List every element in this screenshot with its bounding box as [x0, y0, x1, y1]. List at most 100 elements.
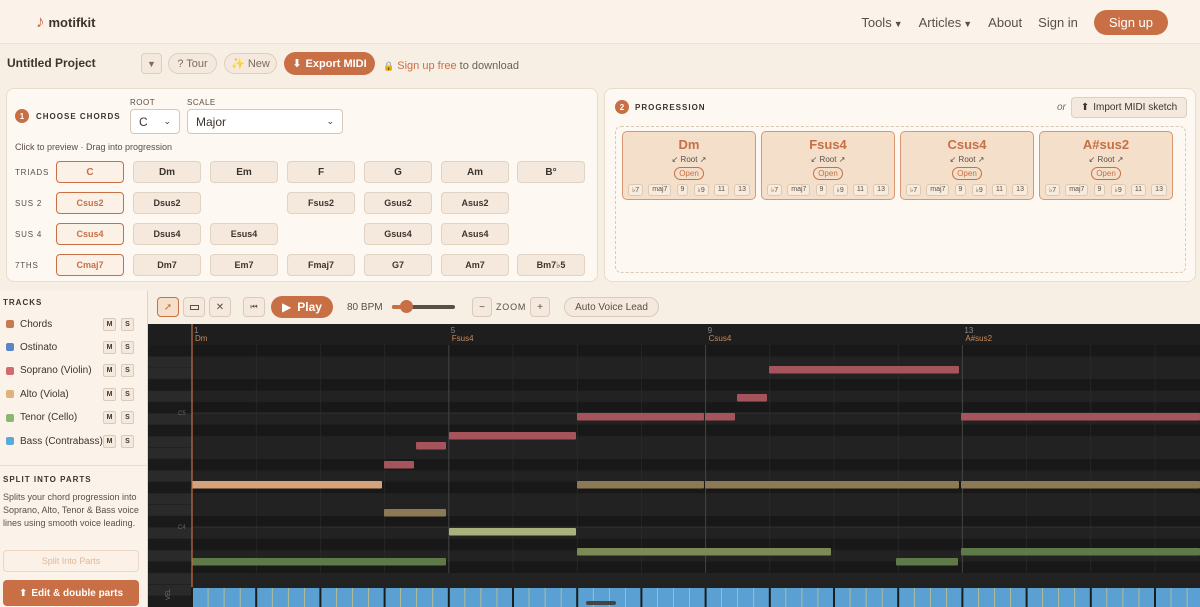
chord-button[interactable]: G7	[364, 254, 432, 276]
chord-button[interactable]: Cmaj7	[56, 254, 124, 276]
card-open-toggle[interactable]: Open	[674, 167, 704, 180]
extension-chip[interactable]: 11	[1130, 184, 1147, 196]
extension-chip[interactable]: 13	[1151, 184, 1167, 196]
extension-chip[interactable]: ♭7	[628, 184, 644, 196]
chord-button[interactable]: Dm7	[133, 254, 201, 276]
signup-button[interactable]: Sign up	[1093, 10, 1168, 35]
piano-key[interactable]	[148, 549, 193, 562]
extension-chip[interactable]: 13	[734, 184, 750, 196]
extension-chip[interactable]: 11	[991, 184, 1008, 196]
extension-chip[interactable]: 11	[852, 184, 869, 196]
chord-button[interactable]: B°	[517, 161, 585, 183]
piano-key[interactable]	[148, 435, 193, 448]
extension-chip[interactable]: maj7	[648, 184, 672, 196]
piano-key[interactable]	[148, 470, 193, 483]
velocity-lane[interactable]: VEL	[166, 588, 1200, 607]
midi-note[interactable]	[961, 481, 1200, 489]
chord-button[interactable]: Dsus4	[133, 223, 201, 245]
piano-key[interactable]	[148, 538, 193, 551]
extension-chip[interactable]: 13	[873, 184, 889, 196]
chord-button[interactable]: Csus2	[56, 192, 124, 214]
piano-key[interactable]	[148, 561, 193, 574]
split-into-parts-button[interactable]: Split Into Parts	[3, 550, 139, 572]
logo[interactable]: ♪ motifkit	[36, 12, 95, 32]
midi-note[interactable]	[449, 432, 576, 440]
auto-voice-lead-button[interactable]: Auto Voice Lead	[564, 297, 659, 317]
scale-select[interactable]: Major ⌄	[187, 109, 343, 134]
extension-chip[interactable]: 9	[1093, 184, 1106, 196]
midi-note[interactable]	[449, 528, 576, 536]
card-voicing[interactable]: ↙ Root ↗	[623, 155, 755, 164]
chord-button[interactable]: Am7	[441, 254, 509, 276]
piano-key[interactable]	[148, 572, 193, 585]
card-voicing[interactable]: ↙ Root ↗	[901, 155, 1033, 164]
velocity-area[interactable]	[192, 588, 1200, 607]
chord-button[interactable]: Fmaj7	[287, 254, 355, 276]
nav-signin[interactable]: Sign in	[1038, 15, 1078, 30]
midi-note[interactable]	[192, 481, 382, 489]
project-menu-button[interactable]: ▼	[141, 53, 162, 74]
mute-button[interactable]: M	[103, 317, 116, 331]
track-row[interactable]: Soprano (Violin)	[6, 363, 136, 379]
midi-note[interactable]	[416, 442, 446, 450]
midi-note[interactable]	[577, 481, 704, 489]
midi-note[interactable]	[192, 558, 446, 566]
piano-key[interactable]	[148, 492, 193, 505]
track-row[interactable]: Tenor (Cello)	[6, 410, 136, 426]
piano-key[interactable]	[148, 367, 193, 380]
chord-button[interactable]: Gsus4	[364, 223, 432, 245]
midi-note[interactable]	[384, 461, 414, 469]
chord-button[interactable]: Esus4	[210, 223, 278, 245]
midi-note[interactable]	[896, 558, 958, 566]
rewind-button[interactable]: ⏮	[243, 297, 265, 317]
piano-key[interactable]	[148, 504, 193, 517]
extension-chip[interactable]: ♭9	[1110, 184, 1126, 196]
midi-note[interactable]	[705, 481, 959, 489]
extension-chip[interactable]: maj7	[1065, 184, 1089, 196]
midi-note[interactable]	[961, 413, 1200, 421]
root-select[interactable]: C ⌄	[130, 109, 180, 134]
card-open-toggle[interactable]: Open	[952, 167, 982, 180]
piano-key[interactable]	[148, 344, 193, 357]
bar-ruler[interactable]	[148, 324, 1200, 345]
solo-button[interactable]: S	[121, 387, 134, 401]
solo-button[interactable]: S	[121, 364, 134, 378]
midi-note[interactable]	[769, 366, 959, 374]
select-tool-button[interactable]: ➚	[157, 297, 179, 317]
card-open-toggle[interactable]: Open	[1091, 167, 1121, 180]
extension-chip[interactable]: 11	[713, 184, 730, 196]
card-voicing[interactable]: ↙ Root ↗	[1040, 155, 1172, 164]
extension-chip[interactable]: maj7	[787, 184, 811, 196]
piano-roll-canvas[interactable]: C5C4 1Dm5Fsus49Csus413A#sus2 VEL	[148, 324, 1200, 607]
piano-keys[interactable]: C5 C4	[148, 344, 193, 597]
edit-double-parts-button[interactable]: ⬆ Edit & double parts	[3, 580, 139, 606]
piano-key[interactable]	[148, 481, 193, 494]
extension-chip[interactable]: ♭9	[971, 184, 987, 196]
track-row[interactable]: Alto (Viola)	[6, 386, 136, 402]
horizontal-scrollbar[interactable]	[586, 601, 616, 605]
solo-button[interactable]: S	[121, 340, 134, 354]
extension-chip[interactable]: ♭7	[906, 184, 922, 196]
piano-key[interactable]	[148, 424, 193, 437]
mute-button[interactable]: M	[103, 340, 116, 354]
extension-chip[interactable]: 13	[1012, 184, 1028, 196]
play-button[interactable]: ▶ Play	[271, 296, 333, 318]
chord-button[interactable]: Csus4	[56, 223, 124, 245]
extension-chip[interactable]: ♭7	[767, 184, 783, 196]
import-midi-button[interactable]: ⬆ Import MIDI sketch	[1071, 97, 1187, 118]
midi-note[interactable]	[384, 509, 446, 517]
zoom-in-button[interactable]: +	[530, 297, 550, 317]
chord-button[interactable]: Em	[210, 161, 278, 183]
midi-note[interactable]	[577, 548, 831, 556]
extension-chip[interactable]: ♭9	[693, 184, 709, 196]
extension-chip[interactable]: ♭9	[832, 184, 848, 196]
new-button[interactable]: ✨ New	[224, 53, 277, 74]
extension-chip[interactable]: 9	[815, 184, 828, 196]
chord-button[interactable]: Dsus2	[133, 192, 201, 214]
solo-button[interactable]: S	[121, 411, 134, 425]
signup-free-link[interactable]: Sign up free	[397, 60, 456, 72]
zoom-out-button[interactable]: −	[472, 297, 492, 317]
track-row[interactable]: Bass (Contrabass)	[6, 433, 136, 449]
card-open-toggle[interactable]: Open	[813, 167, 843, 180]
project-title[interactable]: Untitled Project	[7, 56, 96, 70]
